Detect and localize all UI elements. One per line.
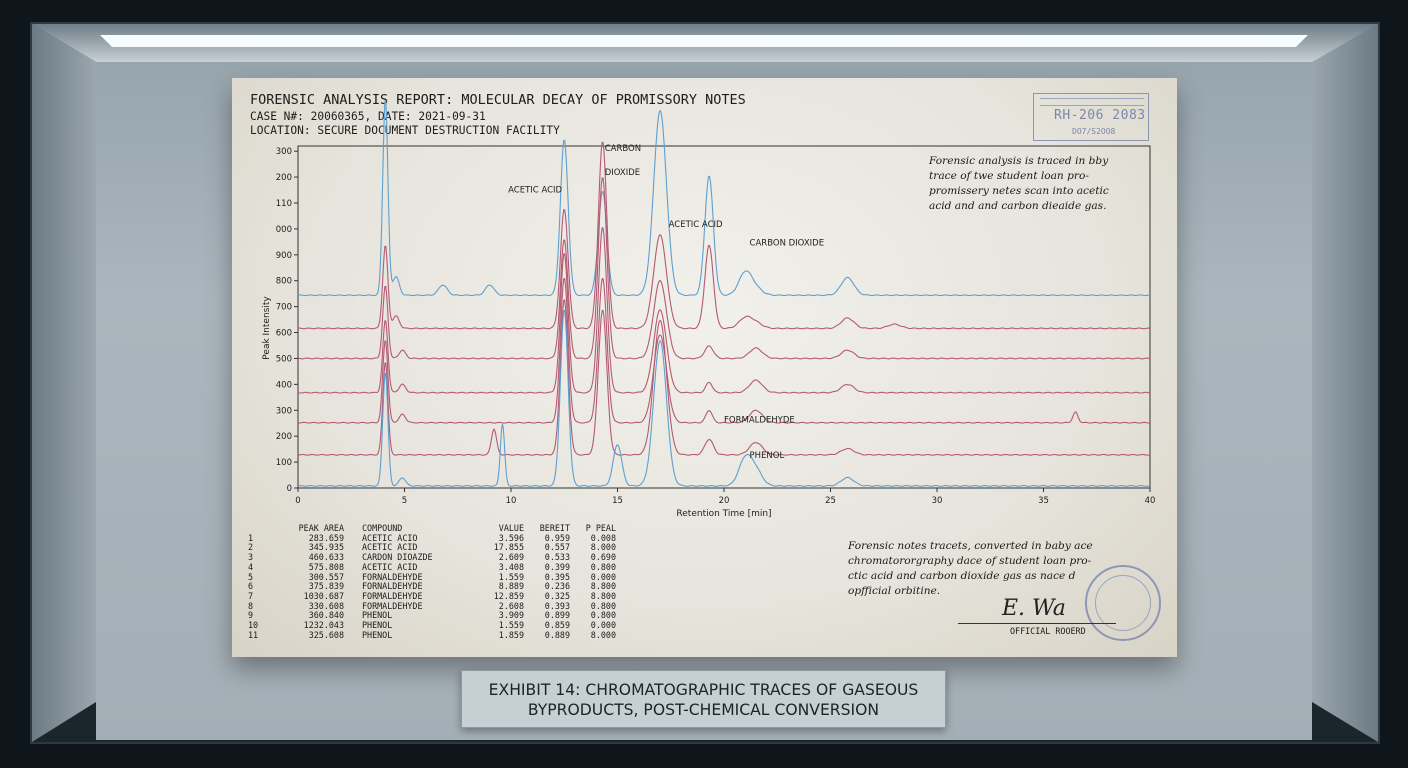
official-signature: E. Wa xyxy=(1002,596,1066,621)
signature-line xyxy=(958,623,1116,624)
y-tick-label: 800 xyxy=(276,277,292,287)
y-tick-label: 200 xyxy=(276,173,292,183)
y-axis-label: Peak Intensity xyxy=(262,296,272,360)
table-cell: PHENOL xyxy=(362,629,393,640)
peak-table: PEAK AREA COMPOUND VALUE BEREIT P PEAL 1… xyxy=(248,523,616,641)
plaque-line-2: BYPRODUCTS, POST-CHEMICAL CONVERSION xyxy=(527,701,880,719)
x-tick-label: 15 xyxy=(612,496,623,506)
peak-annotation: CARBON DIOXIDE xyxy=(750,238,825,248)
report-document: FORENSIC ANALYSIS REPORT: MOLECULAR DECA… xyxy=(232,78,1177,657)
case-light-bar xyxy=(100,35,1308,47)
x-tick-label: 35 xyxy=(1038,496,1049,506)
y-tick-label: 200 xyxy=(276,432,292,442)
y-tick-label: 600 xyxy=(276,329,292,339)
y-tick-label: 500 xyxy=(276,354,292,364)
y-tick-label: 400 xyxy=(276,380,292,390)
handwritten-note-top: Forensic analysis is traced in bby trace… xyxy=(929,155,1109,212)
table-cell: 0.889 xyxy=(544,629,570,640)
trace-line-6 xyxy=(297,299,1151,456)
x-tick-label: 0 xyxy=(295,496,300,506)
table-cell: 1.859 xyxy=(498,629,524,640)
x-tick-label: 40 xyxy=(1145,496,1156,506)
peak-annotation: CARBON xyxy=(605,144,641,154)
plaque-line-1: EXHIBIT 14: CHROMATOGRAPHIC TRACES OF GA… xyxy=(488,681,919,699)
y-tick-label: 300 xyxy=(276,147,292,157)
exhibit-plaque: EXHIBIT 14: CHROMATOGRAPHIC TRACES OF GA… xyxy=(461,670,946,728)
table-cell: 8.000 xyxy=(590,629,616,640)
table-row: 11 325.608 PHENOL 1.859 0.889 8.000 xyxy=(248,629,616,641)
display-case-left-wall xyxy=(32,24,96,742)
table-cell: 11 xyxy=(248,629,259,640)
y-axis-ticks: 0 100 200 300 400 500 600 700 800 900 000 110 200 300 xyxy=(276,147,298,494)
x-tick-label: 25 xyxy=(825,496,836,506)
handwritten-note-bottom: Forensic notes tracets, converted in bab… xyxy=(848,540,1093,597)
trace-line-4 xyxy=(297,227,1151,394)
x-tick-label: 10 xyxy=(506,496,517,506)
signature-label: OFFICIAL ROOERD xyxy=(1010,626,1086,636)
display-case-right-wall xyxy=(1312,24,1378,742)
peak-annotation: ACETIC ACID xyxy=(669,220,723,230)
y-tick-label: 0 xyxy=(287,484,292,494)
x-axis-ticks: 0 5 10 15 20 25 30 35 40 xyxy=(295,488,1155,506)
x-tick-label: 30 xyxy=(932,496,943,506)
chromatogram-chart: 0100200300400500600700800900000110200300… xyxy=(262,100,1155,519)
y-tick-label: 110 xyxy=(276,199,292,209)
y-tick-label: 700 xyxy=(276,303,292,313)
official-seal-icon xyxy=(1085,565,1161,641)
y-tick-label: 300 xyxy=(276,406,292,416)
y-tick-label: 900 xyxy=(276,251,292,261)
peak-annotation: ACETIC ACID xyxy=(508,186,562,196)
x-axis-label: Retention Time [min] xyxy=(676,509,771,519)
peak-annotation: PHENOL xyxy=(750,451,785,461)
y-tick-label: 000 xyxy=(276,225,292,235)
table-cell: 325.608 xyxy=(308,629,344,640)
peak-annotation: DIOXIDE xyxy=(605,168,640,178)
y-tick-label: 100 xyxy=(276,458,292,468)
x-tick-label: 20 xyxy=(719,496,730,506)
trace-line-5 xyxy=(297,277,1151,424)
peak-annotation: FORMALDEHYDE xyxy=(724,416,795,426)
trace-line-7 xyxy=(297,309,1151,487)
x-tick-label: 5 xyxy=(402,496,407,506)
